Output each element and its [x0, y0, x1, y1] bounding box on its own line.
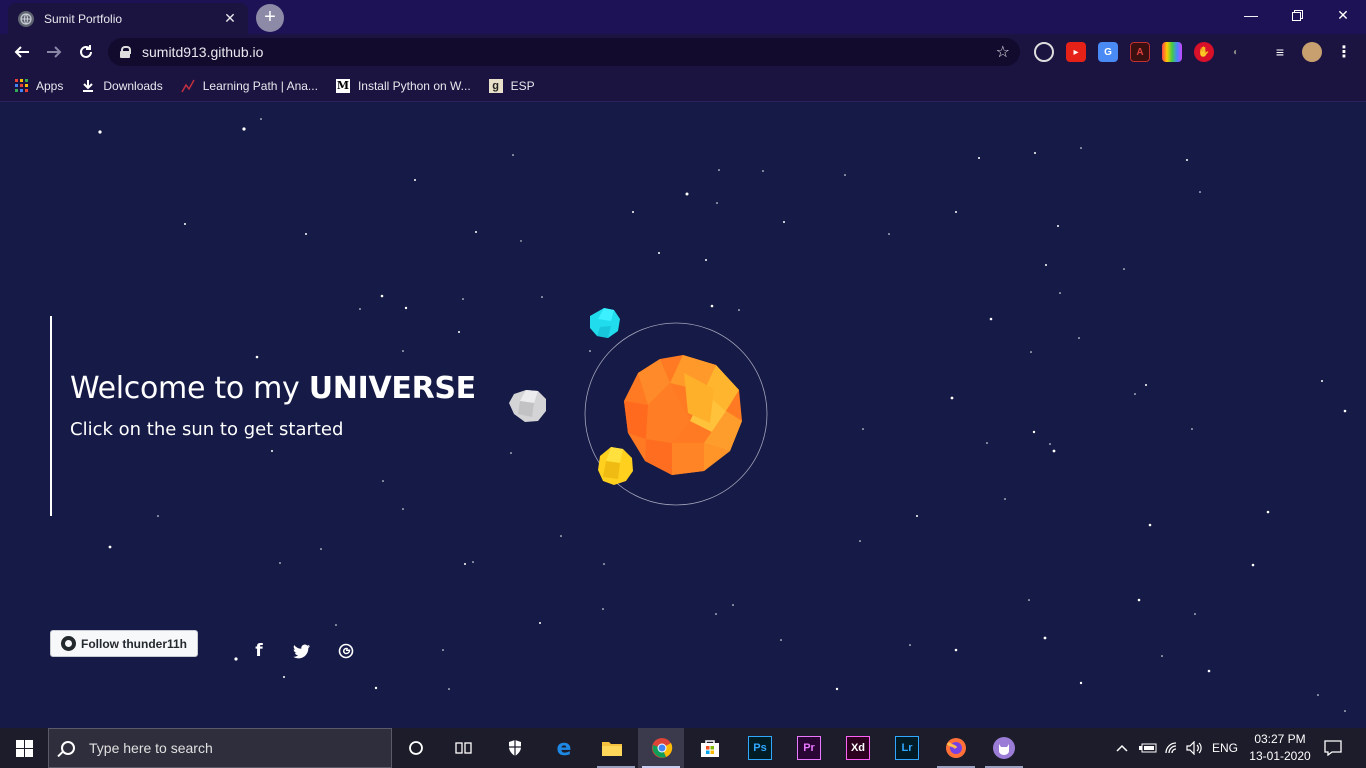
show-hidden-icons[interactable]: [1116, 728, 1128, 768]
chrome-icon[interactable]: [650, 736, 674, 760]
bookmark-downloads[interactable]: Downloads: [81, 78, 163, 93]
planet-cyan[interactable]: [590, 308, 620, 338]
taskbar-clock[interactable]: 03:27 PM 13-01-2020: [1246, 731, 1314, 765]
speed-dial-extension-icon[interactable]: [1034, 42, 1054, 62]
window-controls: — ✕: [1228, 0, 1366, 30]
wifi-icon[interactable]: [1164, 728, 1180, 768]
media-queue-icon[interactable]: ≡: [1270, 42, 1290, 62]
back-arrow-icon[interactable]: [10, 40, 34, 64]
clock-time: 03:27 PM: [1254, 732, 1306, 746]
menu-kebab-icon[interactable]: ⋮: [1334, 42, 1354, 62]
tab-title: Sumit Portfolio: [44, 11, 123, 26]
windows-taskbar: Type here to search e Ps Pr Xd Lr ENG 03…: [0, 728, 1366, 768]
battery-icon[interactable]: [1139, 728, 1157, 768]
google-translate-extension-icon[interactable]: G: [1098, 42, 1118, 62]
lightroom-icon[interactable]: Lr: [895, 736, 919, 760]
notifications-icon[interactable]: [1324, 728, 1342, 768]
file-explorer-icon[interactable]: [600, 736, 624, 760]
reload-icon[interactable]: [74, 40, 98, 64]
premiere-icon[interactable]: Pr: [797, 736, 821, 760]
new-tab-button[interactable]: +: [256, 4, 284, 32]
bookmark-label: Apps: [36, 78, 64, 93]
bookmark-learning-path[interactable]: Learning Path | Ana...: [181, 79, 318, 93]
bookmark-install-python[interactable]: M Install Python on W...: [335, 78, 471, 93]
edge-icon[interactable]: e: [552, 736, 576, 761]
g-letter-icon: g: [488, 78, 503, 93]
close-window-icon[interactable]: ✕: [1320, 0, 1366, 30]
volume-icon[interactable]: [1186, 728, 1204, 768]
profile-avatar-icon[interactable]: [1302, 42, 1322, 62]
github-desktop-icon[interactable]: [992, 736, 1016, 760]
search-icon: [61, 741, 75, 755]
language-indicator[interactable]: ENG: [1212, 728, 1238, 768]
intro-accent-line: [50, 316, 52, 516]
pdf-extension-icon[interactable]: A: [1130, 42, 1150, 62]
welcome-prefix: Welcome to my: [70, 371, 309, 406]
sun-button[interactable]: [624, 355, 742, 475]
google-icon[interactable]: [336, 641, 356, 661]
close-tab-icon[interactable]: ✕: [222, 10, 238, 27]
globe-icon: [18, 10, 34, 27]
url-text: sumitd913.github.io: [142, 44, 264, 60]
planet-grey[interactable]: [509, 390, 546, 422]
photoshop-icon[interactable]: Ps: [748, 736, 772, 760]
twitter-icon[interactable]: [292, 641, 312, 661]
welcome-bold: UNIVERSE: [308, 371, 476, 406]
bookmark-label: Install Python on W...: [357, 78, 471, 93]
minimize-icon[interactable]: —: [1228, 0, 1274, 30]
bookmark-label: Downloads: [103, 78, 163, 93]
forward-arrow-icon[interactable]: [42, 40, 66, 64]
download-icon: [81, 79, 95, 93]
tab-strip: Sumit Portfolio ✕ + — ✕: [0, 0, 1366, 34]
planet-yellow[interactable]: [598, 447, 633, 485]
portfolio-page: Welcome to my UNIVERSE Click on the sun …: [0, 103, 1366, 728]
security-shield-icon[interactable]: [503, 736, 527, 760]
github-follow-button[interactable]: Follow thunder11h: [50, 630, 199, 657]
bookmark-label: Learning Path | Ana...: [202, 78, 318, 93]
follow-label: Follow thunder11h: [81, 636, 188, 651]
github-icon: [61, 636, 76, 651]
restore-icon[interactable]: [1274, 0, 1320, 30]
bookmark-star-icon[interactable]: ☆: [996, 42, 1010, 62]
medium-icon: M: [335, 78, 350, 93]
youtube-extension-icon[interactable]: ▸: [1066, 42, 1086, 62]
facebook-icon[interactable]: f: [249, 641, 269, 661]
lock-icon: [120, 46, 131, 58]
cortana-icon[interactable]: [404, 736, 428, 760]
dark-mode-extension-icon[interactable]: ◐: [1226, 42, 1246, 62]
apps-grid-icon: [14, 79, 28, 93]
browser-toolbar: sumitd913.github.io ☆ ▸ G A ✋ ◐ ≡ ⋮: [0, 34, 1366, 70]
start-button[interactable]: [0, 728, 48, 768]
solar-system: [509, 308, 768, 506]
firefox-icon[interactable]: [944, 736, 968, 760]
bookmark-apps[interactable]: Apps: [14, 79, 63, 93]
bookmark-label: ESP: [510, 78, 535, 93]
taskbar-search[interactable]: Type here to search: [48, 728, 392, 768]
bookmarks-bar: Apps Downloads Learning Path | Ana... M …: [0, 70, 1366, 102]
intro-subtitle: Click on the sun to get started: [70, 419, 344, 440]
welcome-heading: Welcome to my UNIVERSE: [70, 371, 476, 406]
color-picker-extension-icon[interactable]: [1162, 42, 1182, 62]
bookmark-esp[interactable]: g ESP: [488, 78, 535, 93]
search-placeholder: Type here to search: [89, 740, 213, 756]
adobe-xd-icon[interactable]: Xd: [846, 736, 870, 760]
windows-logo-icon: [15, 739, 33, 757]
adblock-extension-icon[interactable]: ✋: [1194, 42, 1214, 62]
tab-active[interactable]: Sumit Portfolio ✕: [8, 3, 248, 34]
task-view-icon[interactable]: [452, 736, 476, 760]
address-bar[interactable]: sumitd913.github.io ☆: [108, 38, 1020, 66]
analytics-icon: [181, 79, 195, 93]
clock-date: 13-01-2020: [1249, 749, 1311, 763]
store-icon[interactable]: [698, 736, 722, 760]
